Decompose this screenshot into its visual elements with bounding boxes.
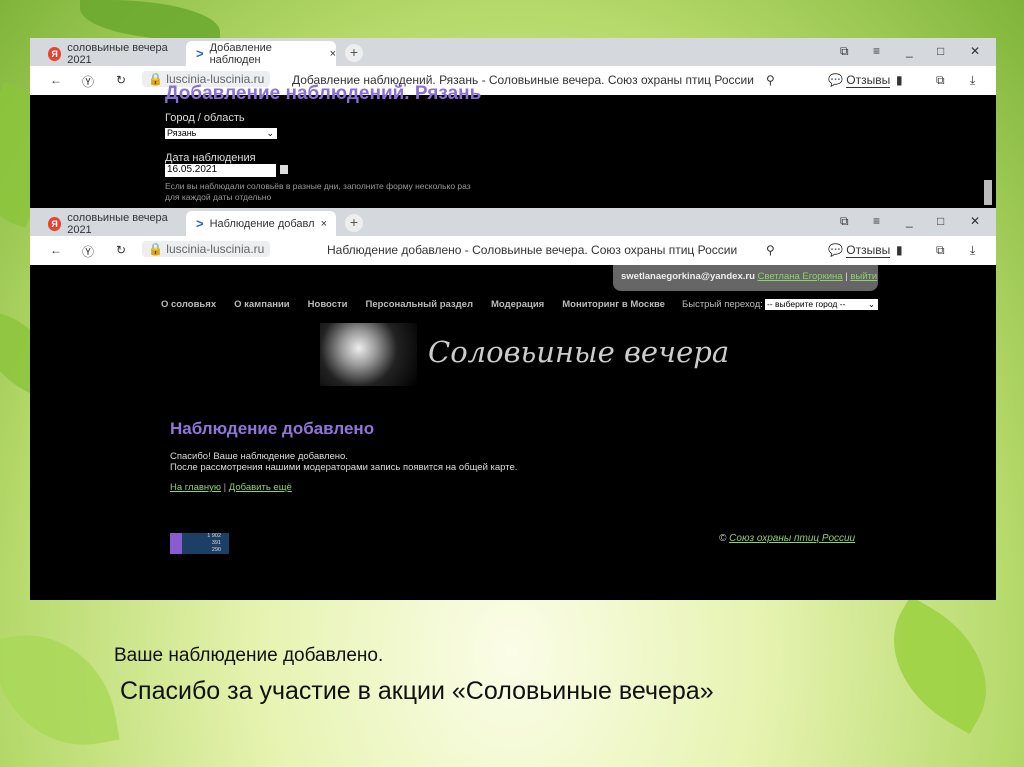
site-icon: >: [196, 46, 204, 61]
logout-link[interactable]: выйти: [850, 271, 877, 282]
date-input[interactable]: 16.05.2021: [165, 164, 276, 177]
nav-about-campaign[interactable]: О кампании: [234, 299, 290, 310]
city-select[interactable]: Рязань ⌄: [165, 128, 277, 139]
form-heading: Добавление наблюдений. Рязань: [165, 83, 482, 104]
url-field[interactable]: 🔒 luscinia-luscinia.ru: [142, 241, 271, 257]
browser-window-2: Ясоловьиные вечера 2021 > Наблюдение доба…: [30, 208, 996, 600]
tabs-icon[interactable]: ⧉: [840, 44, 849, 59]
quick-nav-label: Быстрый переход:: [682, 299, 763, 310]
address-bar: ← Ⓨ ↻ 🔒 luscinia-luscinia.ru Наблюдение …: [30, 236, 996, 265]
tab-label: соловьиные вечера 2021: [67, 211, 168, 236]
form-hint: Если вы наблюдали соловьёв в разные дни,…: [165, 181, 471, 202]
extensions-icon[interactable]: ⧉: [936, 73, 945, 88]
nav-about-nightingales[interactable]: О соловьях: [161, 299, 216, 310]
nightingale-logo-image: [320, 323, 417, 386]
bookmark-icon[interactable]: ▮: [896, 243, 903, 257]
user-name-link[interactable]: Светлана Егоркина: [758, 271, 843, 282]
menu-icon[interactable]: ≡: [873, 214, 880, 228]
reviews-button[interactable]: 💬 Отзывы: [828, 243, 891, 258]
reload-icon[interactable]: ↻: [116, 73, 126, 87]
home-link[interactable]: На главную: [170, 482, 221, 493]
reviews-label: Отзывы: [846, 73, 891, 88]
page-content: Добавление наблюдений. Рязань Город / об…: [30, 83, 996, 208]
tab-search[interactable]: Ясоловьиные вечера 2021: [38, 41, 188, 66]
new-tab-button[interactable]: +: [345, 44, 363, 62]
search-icon[interactable]: ⚲: [766, 73, 775, 87]
user-panel: swetlanaegorkina@yandex.ru Светлана Егор…: [613, 265, 878, 291]
download-icon[interactable]: ⤓: [970, 243, 975, 258]
nav-moscow-monitoring[interactable]: Мониторинг в Москве: [562, 299, 665, 310]
tab-bar: Ясоловьиные вечера 2021 > Добавление набл…: [30, 38, 996, 66]
nav-personal[interactable]: Персональный раздел: [366, 299, 474, 310]
tab-search[interactable]: Ясоловьиные вечера 2021: [38, 211, 188, 236]
maximize-icon[interactable]: □: [937, 44, 944, 58]
leaf-decoration: [865, 596, 1015, 734]
copyright-link[interactable]: Союз охраны птиц России: [729, 533, 855, 544]
tab-add-observation[interactable]: > Добавление наблюден ×: [186, 41, 336, 66]
reviews-label: Отзывы: [846, 243, 891, 258]
url-text: luscinia-luscinia.ru: [166, 242, 265, 256]
tab-observation-added[interactable]: > Наблюдение добавлено ×: [186, 211, 336, 236]
copyright: © Союз охраны птиц России: [719, 533, 855, 544]
calendar-icon[interactable]: [280, 165, 288, 174]
minimize-icon[interactable]: _: [906, 44, 913, 58]
reload-icon[interactable]: ↻: [116, 243, 126, 257]
close-icon[interactable]: ✕: [970, 214, 980, 228]
action-links: На главную | Добавить ещё: [170, 482, 292, 493]
city-value: Рязань: [167, 128, 197, 138]
site-icon: >: [196, 216, 204, 231]
visitor-counter[interactable]: 1 902 391 290: [170, 533, 229, 554]
close-icon[interactable]: ✕: [970, 44, 980, 58]
leaf-decoration: [80, 0, 220, 40]
reviews-button[interactable]: 💬 Отзывы: [828, 73, 891, 88]
search-icon[interactable]: ⚲: [766, 243, 775, 257]
tab-label: Добавление наблюден: [209, 41, 272, 66]
main-nav: О соловьях О кампании Новости Персональн…: [161, 299, 665, 310]
tab-bar: Ясоловьиные вечера 2021 > Наблюдение доба…: [30, 208, 996, 236]
copyright-sign: ©: [719, 533, 727, 544]
city-select[interactable]: -- выберите город -- ⌄: [765, 299, 878, 310]
success-message: Спасибо! Ваше наблюдение добавлено. После…: [170, 451, 517, 473]
message-line-1: Спасибо! Ваше наблюдение добавлено.: [170, 451, 348, 462]
nav-moderation[interactable]: Модерация: [491, 299, 544, 310]
back-icon[interactable]: ←: [50, 243, 62, 257]
browser-window-1: Ясоловьиные вечера 2021 > Добавление набл…: [30, 38, 996, 208]
page-heading: Наблюдение добавлено: [170, 419, 375, 438]
city-label: Город / область: [165, 112, 245, 124]
tabs-icon[interactable]: ⧉: [840, 214, 849, 229]
extensions-icon[interactable]: ⧉: [936, 243, 945, 258]
yandex-icon: Я: [48, 216, 62, 231]
maximize-icon[interactable]: □: [937, 214, 944, 228]
city-select-value: -- выберите город --: [767, 299, 846, 309]
caption-line-2: Спасибо за участие в акции «Соловьиные в…: [120, 677, 714, 705]
yandex-icon: Я: [48, 46, 62, 61]
close-tab-icon[interactable]: ×: [321, 218, 327, 230]
nav-news[interactable]: Новости: [308, 299, 348, 310]
back-icon[interactable]: ←: [50, 73, 62, 87]
bookmark-icon[interactable]: ▮: [896, 73, 903, 87]
tab-label: соловьиные вечера 2021: [67, 41, 168, 66]
date-label: Дата наблюдения: [165, 152, 256, 164]
new-tab-button[interactable]: +: [345, 214, 363, 232]
page-content: swetlanaegorkina@yandex.ru Светлана Егор…: [30, 265, 996, 600]
minimize-icon[interactable]: _: [906, 214, 913, 228]
close-tab-icon[interactable]: ×: [330, 48, 336, 60]
site-title: Соловьиные вечера: [428, 335, 730, 369]
scrollbar[interactable]: [984, 180, 992, 205]
caption-line-1: Ваше наблюдение добавлено.: [114, 645, 384, 666]
add-more-link[interactable]: Добавить ещё: [229, 482, 292, 493]
tab-label: Наблюдение добавлено: [209, 217, 315, 230]
yandex-button-icon[interactable]: Ⓨ: [82, 243, 94, 260]
download-icon[interactable]: ⤓: [970, 73, 975, 88]
message-line-2: После рассмотрения нашими модераторами з…: [170, 462, 518, 473]
menu-icon[interactable]: ≡: [873, 44, 880, 58]
user-email: swetlanaegorkina@yandex.ru: [621, 271, 755, 282]
yandex-button-icon[interactable]: Ⓨ: [82, 73, 94, 90]
leaf-decoration: [0, 621, 120, 759]
page-title: Наблюдение добавлено - Соловьиные вечера…: [327, 243, 738, 257]
